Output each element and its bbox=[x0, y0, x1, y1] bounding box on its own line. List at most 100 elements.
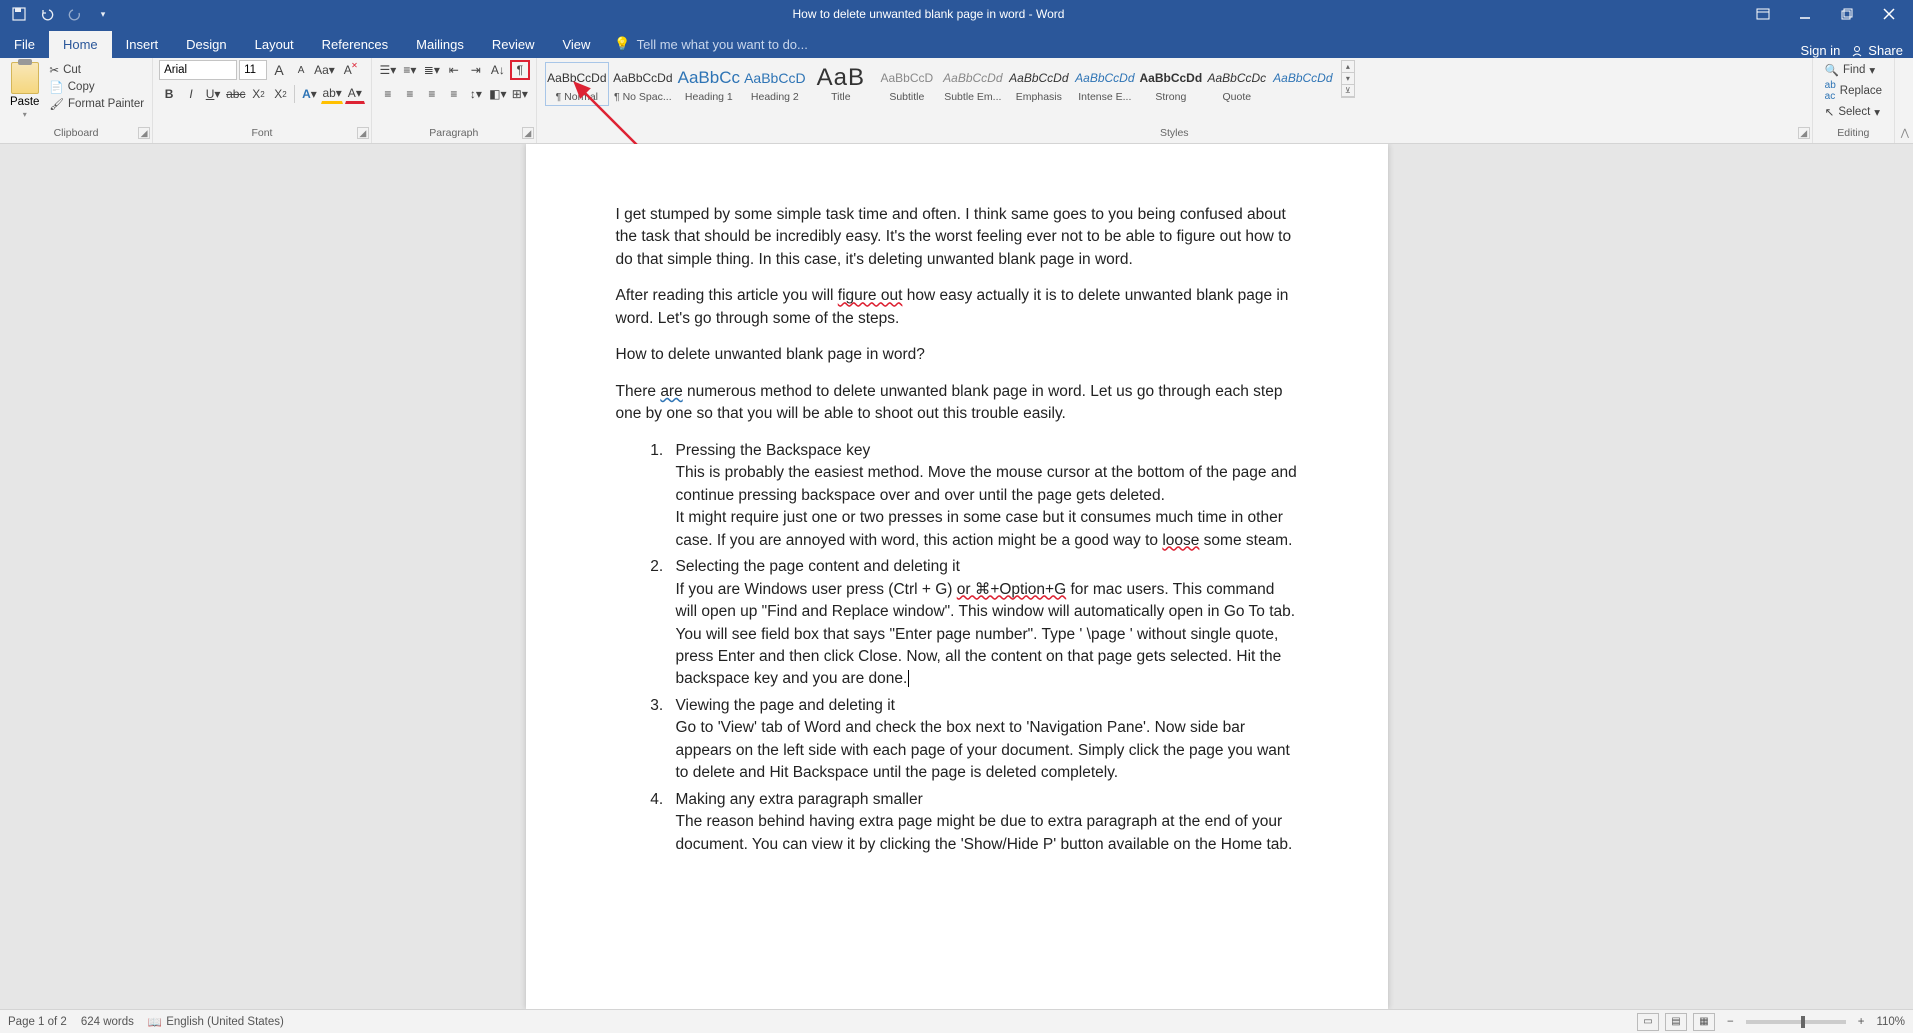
numbering-button[interactable]: ≡▾ bbox=[400, 60, 420, 80]
clipboard-dialog-launcher[interactable]: ◢ bbox=[138, 127, 150, 139]
line-spacing-button[interactable]: ↕▾ bbox=[466, 84, 486, 104]
styles-scroll-up-icon[interactable]: ▴ bbox=[1342, 61, 1354, 73]
style-item[interactable]: AaBbCcHeading 1 bbox=[677, 62, 741, 106]
style-item[interactable]: AaBTitle bbox=[809, 62, 873, 106]
cut-button[interactable]: ✂Cut bbox=[47, 62, 146, 78]
tab-file[interactable]: File bbox=[0, 31, 49, 58]
document-area[interactable]: I get stumped by some simple task time a… bbox=[0, 144, 1913, 1009]
tab-references[interactable]: References bbox=[308, 31, 402, 58]
italic-button[interactable]: I bbox=[181, 84, 201, 104]
paragraph-dialog-launcher[interactable]: ◢ bbox=[522, 127, 534, 139]
tab-design[interactable]: Design bbox=[172, 31, 240, 58]
document-page[interactable]: I get stumped by some simple task time a… bbox=[526, 144, 1388, 1009]
style-item[interactable]: AaBbCcDd¶ Normal bbox=[545, 62, 609, 106]
align-left-button[interactable]: ≡ bbox=[378, 84, 398, 104]
ribbon-collapse-area: ⋀ bbox=[1895, 58, 1913, 143]
ribbon-display-icon[interactable] bbox=[1743, 0, 1783, 28]
styles-dialog-launcher[interactable]: ◢ bbox=[1798, 127, 1810, 139]
bold-button[interactable]: B bbox=[159, 84, 179, 104]
undo-icon[interactable] bbox=[36, 3, 58, 25]
text-effects-button[interactable]: A▾ bbox=[299, 84, 319, 104]
grow-font-button[interactable]: A bbox=[269, 60, 289, 80]
sort-button[interactable]: A↓ bbox=[488, 60, 508, 80]
find-button[interactable]: 🔍Find ▾ bbox=[1823, 62, 1884, 78]
qat-customize-icon[interactable]: ▾ bbox=[92, 3, 114, 25]
strikethrough-button[interactable]: abc bbox=[225, 84, 246, 104]
copy-button[interactable]: 📄Copy bbox=[47, 79, 146, 95]
align-right-button[interactable]: ≡ bbox=[422, 84, 442, 104]
tab-insert[interactable]: Insert bbox=[112, 31, 173, 58]
decrease-indent-button[interactable]: ⇤ bbox=[444, 60, 464, 80]
share-button[interactable]: Share bbox=[1850, 43, 1903, 58]
styles-more-icon[interactable]: ⊻ bbox=[1342, 85, 1354, 97]
style-item[interactable]: AaBbCcDHeading 2 bbox=[743, 62, 807, 106]
styles-gallery[interactable]: AaBbCcDd¶ NormalAaBbCcDd¶ No Spac...AaBb… bbox=[543, 60, 1337, 108]
style-item[interactable]: AaBbCcDdEmphasis bbox=[1007, 62, 1071, 106]
style-item[interactable]: AaBbCcDcQuote bbox=[1205, 62, 1269, 106]
multilevel-button[interactable]: ≣▾ bbox=[422, 60, 442, 80]
close-icon[interactable] bbox=[1869, 0, 1909, 28]
shrink-font-button[interactable]: A bbox=[291, 60, 311, 80]
style-item[interactable]: AaBbCcDdStrong bbox=[1139, 62, 1203, 106]
font-color-button[interactable]: A▾ bbox=[345, 84, 365, 104]
tab-home[interactable]: Home bbox=[49, 31, 112, 58]
tab-mailings[interactable]: Mailings bbox=[402, 31, 478, 58]
sign-in-link[interactable]: Sign in bbox=[1801, 43, 1841, 58]
web-layout-button[interactable]: ▦ bbox=[1693, 1013, 1715, 1031]
bullets-button[interactable]: ☰▾ bbox=[378, 60, 398, 80]
justify-button[interactable]: ≡ bbox=[444, 84, 464, 104]
zoom-in-button[interactable]: + bbox=[1852, 1016, 1871, 1028]
align-center-button[interactable]: ≡ bbox=[400, 84, 420, 104]
list-item: Selecting the page content and deleting … bbox=[668, 556, 1298, 691]
search-icon: 🔍 bbox=[1825, 63, 1839, 77]
style-item[interactable]: AaBbCcDd bbox=[1271, 62, 1335, 94]
borders-button[interactable]: ⊞▾ bbox=[510, 84, 530, 104]
paragraph: How to delete unwanted blank page in wor… bbox=[616, 344, 1298, 366]
subscript-button[interactable]: X2 bbox=[248, 84, 268, 104]
save-icon[interactable] bbox=[8, 3, 30, 25]
style-item[interactable]: AaBbCcDdIntense E... bbox=[1073, 62, 1137, 106]
superscript-button[interactable]: X2 bbox=[270, 84, 290, 104]
clear-formatting-button[interactable]: A✕ bbox=[338, 60, 358, 80]
shading-button[interactable]: ◧▾ bbox=[488, 84, 508, 104]
styles-scroll[interactable]: ▴ ▾ ⊻ bbox=[1341, 60, 1355, 98]
font-size-combo[interactable] bbox=[239, 60, 267, 80]
style-item[interactable]: AaBbCcDSubtitle bbox=[875, 62, 939, 106]
style-preview: AaBbCcDd bbox=[1273, 65, 1332, 91]
format-painter-button[interactable]: 🖌Format Painter bbox=[47, 96, 146, 112]
proofing-button[interactable]: 📖 English (United States) bbox=[148, 1015, 284, 1029]
tell-me-search[interactable]: 💡 Tell me what you want to do... bbox=[604, 30, 817, 58]
tab-layout[interactable]: Layout bbox=[241, 31, 308, 58]
replace-button[interactable]: abacReplace bbox=[1823, 79, 1884, 103]
paragraph: After reading this article you will figu… bbox=[616, 285, 1298, 330]
increase-indent-button[interactable]: ⇥ bbox=[466, 60, 486, 80]
style-label: Subtitle bbox=[889, 91, 924, 103]
page-count[interactable]: Page 1 of 2 bbox=[8, 1016, 67, 1028]
tab-review[interactable]: Review bbox=[478, 31, 549, 58]
styles-scroll-down-icon[interactable]: ▾ bbox=[1342, 73, 1354, 85]
style-preview: AaBbCcD bbox=[744, 65, 805, 91]
zoom-slider[interactable] bbox=[1746, 1020, 1846, 1024]
highlight-button[interactable]: ab▾ bbox=[321, 84, 342, 104]
paste-button[interactable]: Paste ▾ bbox=[6, 60, 43, 121]
tab-view[interactable]: View bbox=[548, 31, 604, 58]
zoom-out-button[interactable]: − bbox=[1721, 1016, 1740, 1028]
show-hide-button[interactable]: ¶ bbox=[510, 60, 530, 80]
list-item: Making any extra paragraph smaller The r… bbox=[668, 789, 1298, 856]
select-button[interactable]: ↖Select ▾ bbox=[1823, 104, 1884, 120]
minimize-icon[interactable] bbox=[1785, 0, 1825, 28]
zoom-level[interactable]: 110% bbox=[1876, 1016, 1905, 1028]
font-dialog-launcher[interactable]: ◢ bbox=[357, 127, 369, 139]
style-item[interactable]: AaBbCcDd¶ No Spac... bbox=[611, 62, 675, 106]
change-case-button[interactable]: Aa▾ bbox=[313, 60, 336, 80]
style-preview: AaBbCc bbox=[678, 65, 740, 91]
underline-button[interactable]: U ▾ bbox=[203, 84, 223, 104]
redo-icon[interactable] bbox=[64, 3, 86, 25]
font-name-combo[interactable] bbox=[159, 60, 237, 80]
word-count[interactable]: 624 words bbox=[81, 1016, 134, 1028]
style-item[interactable]: AaBbCcDdSubtle Em... bbox=[941, 62, 1005, 106]
read-mode-button[interactable]: ▭ bbox=[1637, 1013, 1659, 1031]
restore-icon[interactable] bbox=[1827, 0, 1867, 28]
print-layout-button[interactable]: ▤ bbox=[1665, 1013, 1687, 1031]
collapse-ribbon-icon[interactable]: ⋀ bbox=[1901, 128, 1909, 139]
